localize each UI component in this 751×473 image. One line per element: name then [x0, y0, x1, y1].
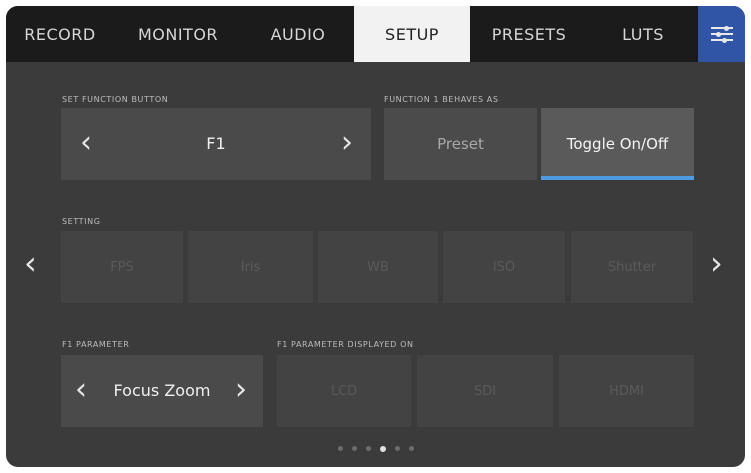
display-sdi[interactable]: SDI — [417, 355, 553, 427]
tab-luts[interactable]: LUTS — [588, 6, 698, 62]
function-button-value: F1 — [206, 134, 226, 153]
setting-wb[interactable]: WB — [318, 231, 438, 303]
chevron-right-icon[interactable]: › — [710, 244, 723, 282]
settings-button[interactable] — [698, 6, 745, 62]
f1-parameter-label: F1 PARAMETER — [62, 340, 130, 349]
preset-option-button[interactable]: Preset — [384, 108, 537, 180]
chevron-right-icon[interactable]: › — [341, 128, 353, 158]
chevron-left-icon[interactable]: ‹ — [24, 244, 37, 282]
page-dot[interactable] — [365, 446, 371, 451]
display-hdmi[interactable]: HDMI — [559, 355, 694, 427]
displayed-on-label: F1 PARAMETER DISPLAYED ON — [277, 340, 414, 349]
toggle-on-off-label: Toggle On/Off — [566, 135, 669, 153]
chevron-right-icon[interactable]: › — [235, 375, 247, 405]
setup-screen: RECORD MONITOR AUDIO SETUP PRESETS LUTS … — [6, 6, 745, 467]
page-dot[interactable] — [394, 446, 400, 451]
page-dot[interactable] — [337, 446, 343, 451]
set-function-button-label: SET FUNCTION BUTTON — [62, 95, 169, 104]
tab-bar: RECORD MONITOR AUDIO SETUP PRESETS LUTS — [6, 6, 745, 62]
sliders-icon — [710, 24, 733, 44]
tab-setup[interactable]: SETUP — [354, 6, 470, 62]
setting-shutter[interactable]: Shutter — [571, 231, 693, 303]
page-dot[interactable] — [408, 446, 414, 451]
function-button-selector: ‹ F1 › — [61, 108, 371, 180]
page-indicator — [6, 445, 745, 452]
display-lcd[interactable]: LCD — [277, 355, 411, 427]
setting-iso[interactable]: ISO — [443, 231, 565, 303]
toggle-on-off-option-button[interactable]: Toggle On/Off — [541, 108, 694, 180]
tab-monitor[interactable]: MONITOR — [114, 6, 242, 62]
tab-record[interactable]: RECORD — [6, 6, 114, 62]
setting-iris[interactable]: Iris — [188, 231, 313, 303]
page-dot-current[interactable] — [379, 445, 386, 452]
setting-fps[interactable]: FPS — [61, 231, 183, 303]
f1-parameter-value: Focus Zoom — [113, 381, 211, 400]
behaves-as-label: FUNCTION 1 BEHAVES AS — [384, 95, 499, 104]
f1-parameter-selector: ‹ Focus Zoom › — [61, 355, 263, 427]
tab-audio[interactable]: AUDIO — [242, 6, 354, 62]
tab-presets[interactable]: PRESETS — [470, 6, 588, 62]
setting-label: SETTING — [62, 217, 101, 226]
selected-indicator — [541, 176, 694, 180]
page-dot[interactable] — [351, 446, 357, 451]
